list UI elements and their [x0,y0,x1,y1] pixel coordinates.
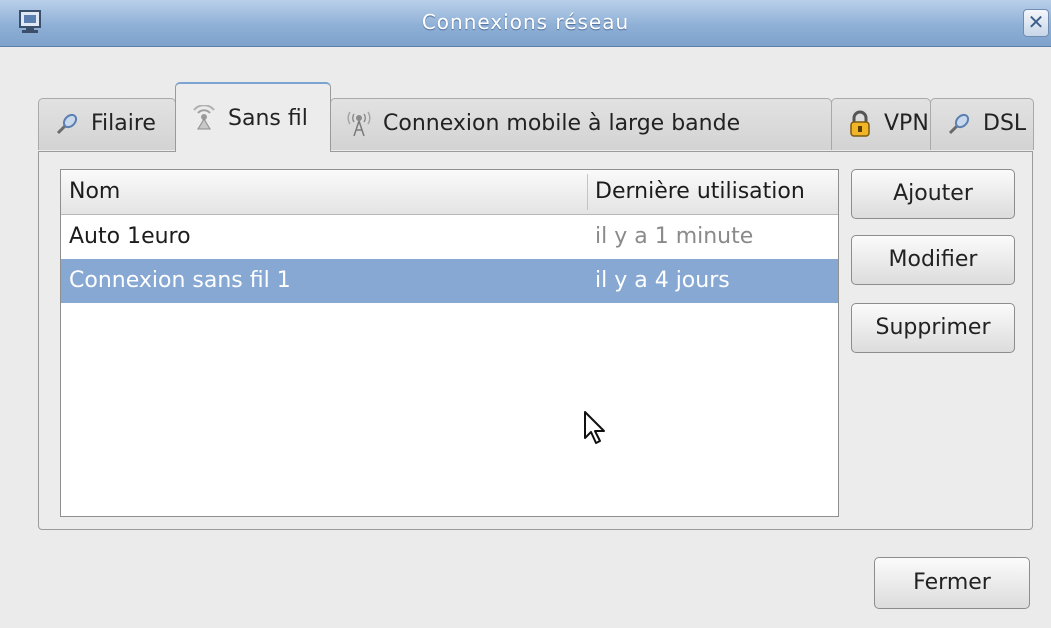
mobile-broadband-icon [347,111,371,137]
column-divider [587,174,588,210]
dsl-network-icon [948,113,970,135]
tab-wired[interactable]: Filaire [38,98,176,150]
connection-last-used: il y a 1 minute [595,224,754,249]
tab-dsl[interactable]: DSL [930,98,1034,150]
close-window-button[interactable]: ✕ [1023,9,1049,37]
tab-vpn-label: VPN [884,111,929,136]
list-header: Nom Dernière utilisation [61,170,838,215]
tab-mobile-broadband[interactable]: Connexion mobile à large bande [330,98,832,150]
tab-vpn[interactable]: VPN [831,98,931,150]
connection-name: Connexion sans fil 1 [69,268,291,293]
delete-button[interactable]: Supprimer [851,303,1015,353]
column-header-name[interactable]: Nom [69,170,120,214]
list-item-selected[interactable]: Connexion sans fil 1 il y a 4 jours [61,259,838,303]
edit-button[interactable]: Modifier [851,235,1015,285]
list-item[interactable]: Auto 1euro il y a 1 minute [61,215,838,259]
close-button[interactable]: Fermer [874,557,1030,609]
tab-dsl-label: DSL [983,111,1027,136]
tab-mobile-broadband-label: Connexion mobile à large bande [383,111,741,136]
tab-wireless-label: Sans fil [228,106,308,131]
title-bar: Connexions réseau ✕ [0,0,1051,47]
mouse-pointer-icon [584,411,605,444]
wired-network-icon [56,113,78,135]
connection-last-used: il y a 4 jours [595,268,730,293]
tab-wired-label: Filaire [91,111,156,136]
wireless-network-icon [193,105,215,130]
connections-list[interactable]: Nom Dernière utilisation Auto 1euro il y… [60,169,839,517]
connection-name: Auto 1euro [69,224,191,249]
add-button[interactable]: Ajouter [851,169,1015,219]
column-header-last-used[interactable]: Dernière utilisation [595,170,805,214]
tab-wireless[interactable]: Sans fil [175,82,331,152]
vpn-lock-icon [850,110,870,137]
window-title: Connexions réseau [421,10,630,34]
